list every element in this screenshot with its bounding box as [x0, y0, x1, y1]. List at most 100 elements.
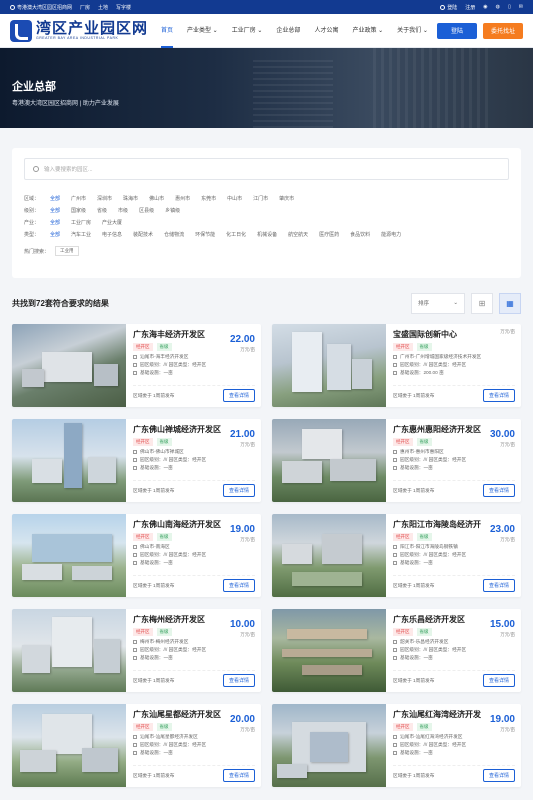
view-details-button[interactable]: 查看详情 — [222, 579, 255, 592]
nav-talent-apartment[interactable]: 人才公寓 — [307, 14, 345, 48]
park-card[interactable]: 广东佛山禅城经济开发区 21.00 万元/亩 经开区 省级 佛山市-佛山市禅城区 园… — [12, 419, 261, 502]
park-photo[interactable] — [272, 609, 386, 692]
nav-home[interactable]: 首页 — [154, 14, 180, 48]
park-photo[interactable] — [272, 704, 386, 787]
info-icon — [133, 457, 137, 462]
park-photo[interactable] — [272, 514, 386, 597]
filter-option[interactable]: 国家级 — [71, 207, 86, 214]
park-photo[interactable] — [12, 609, 126, 692]
nav-policy[interactable]: 产业政策 ⌄ — [345, 14, 390, 48]
filter-option[interactable]: 东莞市 — [201, 195, 216, 202]
park-card[interactable]: 广东汕尾红海湾经济开发 19.00 万元/亩 经开区 省级 汕尾市-汕尾红海湾经济开… — [272, 704, 521, 787]
filter-option[interactable]: 航空航天 — [288, 231, 308, 238]
park-name[interactable]: 广东惠州惠阳经济开发区 — [393, 424, 488, 435]
filter-option[interactable]: 肇庆市 — [279, 195, 294, 202]
park-card[interactable]: 宝盛国际创新中心 万元/亩 经开区 省级 广州市-广州增城国家级经济技术开发区 园… — [272, 324, 521, 407]
facility-icon — [133, 370, 137, 375]
site-logo[interactable]: 湾区产业园区网 GREATER BAY AREA INDUSTRIAL PARK — [10, 19, 150, 42]
building-shape — [282, 649, 372, 657]
filter-option[interactable]: 医疗医药 — [319, 231, 339, 238]
view-details-button[interactable]: 查看详情 — [222, 769, 255, 782]
park-photo[interactable] — [12, 419, 126, 502]
nav-about[interactable]: 关于我们 ⌄ — [390, 14, 435, 48]
park-card[interactable]: 广东乐昌经济开发区 15.00 万元/亩 经开区 省级 韶关市-乐昌经济开发区 园区… — [272, 609, 521, 692]
park-card[interactable]: 广东佛山南海经济开发区 19.00 万元/亩 经开区 省级 佛山市-南海区 园区级别… — [12, 514, 261, 597]
filter-option[interactable]: 深圳市 — [97, 195, 112, 202]
park-photo[interactable] — [12, 514, 126, 597]
filter-option[interactable]: 全部 — [50, 231, 60, 238]
filter-option[interactable]: 省级 — [97, 207, 107, 214]
park-name[interactable]: 广东阳江市海陵岛经济开 — [393, 519, 488, 530]
view-details-button[interactable]: 查看详情 — [482, 484, 515, 497]
view-details-button[interactable]: 查看详情 — [482, 674, 515, 687]
view-details-button[interactable]: 查看详情 — [482, 579, 515, 592]
park-card[interactable]: 广东梅州经济开发区 10.00 万元/亩 经开区 省级 梅州市-梅州经济开发区 园区… — [12, 609, 261, 692]
park-card[interactable]: 广东阳江市海陵岛经济开 23.00 万元/亩 经开区 省级 阳江市-阳江市海陵岛钢铁… — [272, 514, 521, 597]
view-details-button[interactable]: 查看详情 — [222, 389, 255, 402]
filter-option[interactable]: 食品饮料 — [350, 231, 370, 238]
park-card[interactable]: 广东海丰经济开发区 22.00 万元/亩 经开区 省级 汕尾市-海丰经济开发区 园区… — [12, 324, 261, 407]
park-card[interactable]: 广东汕尾星都经济开发区 20.00 万元/亩 经开区 省级 汕尾市-汕尾星都经济开发… — [12, 704, 261, 787]
park-name[interactable]: 广东佛山禅城经济开发区 — [133, 424, 228, 435]
hot-search-tag[interactable]: 工业用 — [55, 246, 79, 256]
park-name[interactable]: 宝盛国际创新中心 — [393, 329, 488, 340]
nav-industry-type[interactable]: 产业类型 ⌄ — [180, 14, 225, 48]
filter-option[interactable]: 环保节能 — [195, 231, 215, 238]
filter-option[interactable]: 产业大厦 — [102, 219, 122, 226]
filter-option[interactable]: 全部 — [50, 207, 60, 214]
filter-option[interactable]: 广州市 — [71, 195, 86, 202]
view-details-button[interactable]: 查看详情 — [482, 389, 515, 402]
filter-option[interactable]: 佛山市 — [149, 195, 164, 202]
filter-option[interactable]: 工业厂房 — [71, 219, 91, 226]
park-name[interactable]: 广东汕尾红海湾经济开发 — [393, 709, 488, 720]
search-input[interactable]: 输入要搜索的园区... — [24, 158, 509, 180]
topbar-register[interactable]: 注册 — [465, 4, 475, 11]
topbar-link-factory[interactable]: 厂房 — [80, 4, 90, 11]
filter-option[interactable]: 市级 — [118, 207, 128, 214]
nav-factory[interactable]: 工业厂房 ⌄ — [225, 14, 270, 48]
filter-option[interactable]: 化工日化 — [226, 231, 246, 238]
filter-option[interactable]: 全部 — [50, 195, 60, 202]
park-photo[interactable] — [12, 324, 126, 407]
park-name[interactable]: 广东汕尾星都经济开发区 — [133, 709, 228, 720]
login-button[interactable]: 登陆 — [437, 22, 477, 39]
filter-option[interactable]: 全部 — [50, 219, 60, 226]
park-name[interactable]: 广东梅州经济开发区 — [133, 614, 228, 625]
list-view-icon[interactable]: ▦ — [499, 292, 521, 314]
mail-icon[interactable]: ✉ — [519, 4, 523, 10]
nav-headquarters[interactable]: 企业总部 — [269, 14, 307, 48]
filter-option[interactable]: 珠海市 — [123, 195, 138, 202]
building-shape — [292, 332, 322, 392]
park-name[interactable]: 广东乐昌经济开发区 — [393, 614, 488, 625]
sort-select[interactable]: 排序 ⌄ — [411, 292, 465, 314]
phone-icon[interactable]: ▯ — [508, 4, 511, 10]
filter-option[interactable]: 乡镇级 — [165, 207, 180, 214]
filter-option[interactable]: 中山市 — [227, 195, 242, 202]
view-details-button[interactable]: 查看详情 — [482, 769, 515, 782]
park-photo[interactable] — [12, 704, 126, 787]
park-photo[interactable] — [272, 324, 386, 407]
park-name[interactable]: 广东海丰经济开发区 — [133, 329, 228, 340]
park-card[interactable]: 广东惠州惠阳经济开发区 30.00 万元/亩 经开区 省级 惠州市-惠州市惠阳区 园… — [272, 419, 521, 502]
filter-option[interactable]: 能源电力 — [381, 231, 401, 238]
grid-view-icon[interactable]: ⊞ — [471, 292, 493, 314]
filter-option[interactable]: 江门市 — [253, 195, 268, 202]
filter-option[interactable]: 汽车工业 — [71, 231, 91, 238]
filter-option[interactable]: 机械设备 — [257, 231, 277, 238]
entrust-button[interactable]: 委托找址 — [483, 22, 523, 39]
topbar-login[interactable]: 登陆 — [440, 4, 457, 11]
publish-time: 区域委于 1周前发布 — [133, 582, 175, 588]
park-name[interactable]: 广东佛山南海经济开发区 — [133, 519, 228, 530]
view-details-button[interactable]: 查看详情 — [222, 484, 255, 497]
topbar-link-land[interactable]: 土地 — [98, 4, 108, 11]
park-photo[interactable] — [272, 419, 386, 502]
filter-option[interactable]: 惠州市 — [175, 195, 190, 202]
topbar-link-office[interactable]: 写字楼 — [116, 4, 131, 11]
weibo-icon[interactable]: ◉ — [483, 4, 487, 10]
filter-option[interactable]: 装配技术 — [133, 231, 153, 238]
filter-option[interactable]: 区县级 — [139, 207, 154, 214]
filter-option[interactable]: 电子信息 — [102, 231, 122, 238]
wechat-icon[interactable]: ◍ — [496, 4, 500, 10]
filter-option[interactable]: 仓储物流 — [164, 231, 184, 238]
view-details-button[interactable]: 查看详情 — [222, 674, 255, 687]
